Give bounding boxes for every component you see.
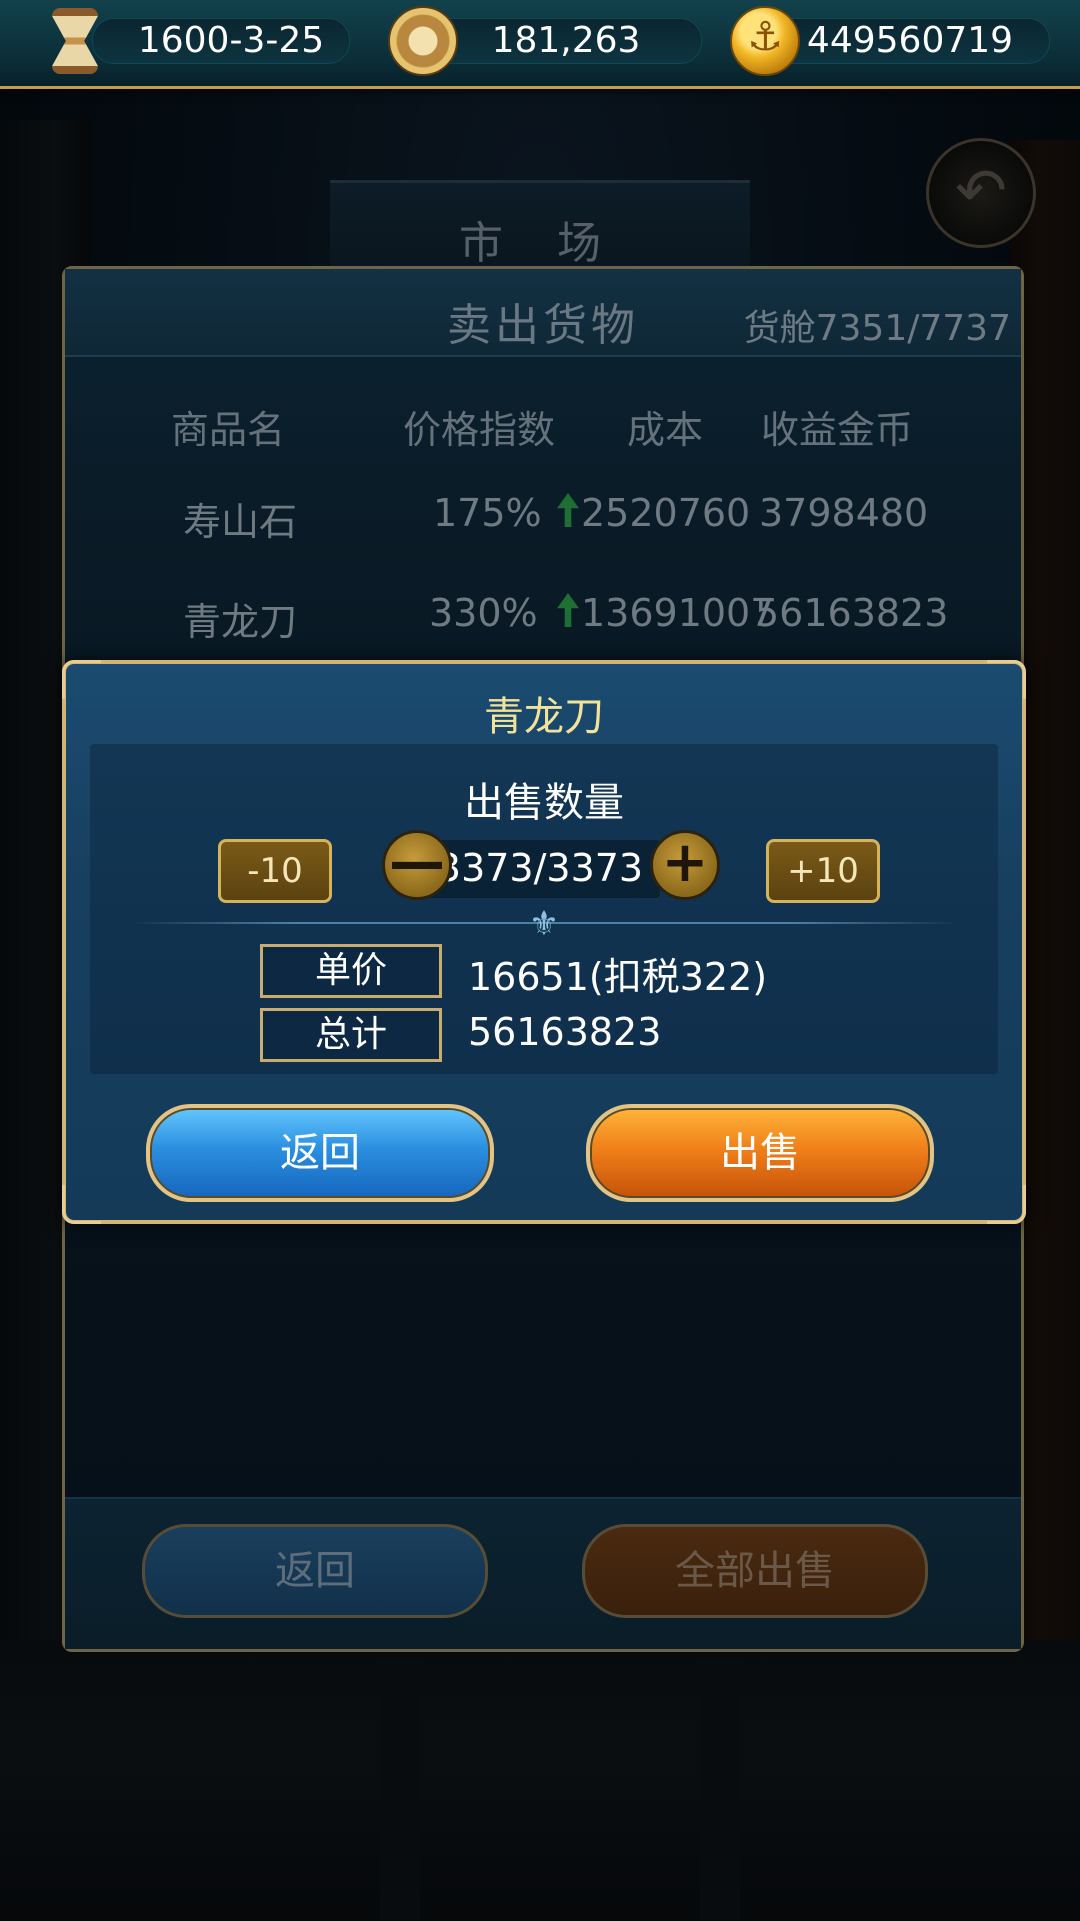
return-arrow-icon: ↶: [955, 154, 1007, 227]
row-price-index: 330%: [429, 591, 538, 635]
date-text: 1600-3-25: [137, 20, 325, 61]
sell-quantity-dialog: 青龙刀 出售数量 -10 3373/3373 — + +10 ⚜ 单价 1665…: [62, 660, 1026, 1224]
dialog-title: 青龙刀: [484, 694, 604, 740]
row-cost: 2520760: [581, 491, 751, 535]
fleur-ornament-icon: ⚜: [528, 904, 560, 944]
sell-panel-header: 卖出货物 货舱7351/7737: [65, 269, 1021, 357]
row-cost: 13691007: [581, 591, 775, 635]
row-price-index: 175%: [433, 491, 542, 535]
row-name: 寿山石: [183, 500, 298, 544]
column-header-price-index: 价格指数: [403, 408, 556, 452]
minus-button[interactable]: —: [382, 830, 452, 900]
quantity-label: 出售数量: [464, 780, 624, 826]
total-label: 总计: [260, 1008, 442, 1062]
anchor-coin-icon: [730, 6, 800, 76]
return-arrow-button[interactable]: ↶: [926, 138, 1036, 248]
quantity-field[interactable]: 3373/3373: [420, 840, 660, 898]
price-up-icon: [557, 593, 579, 627]
compass-value: 181,263: [491, 20, 641, 61]
dialog-content: 出售数量 -10 3373/3373 — + +10 ⚜ 单价 16651(扣税…: [90, 744, 998, 1074]
column-header-revenue: 收益金币: [761, 408, 914, 452]
column-header-name: 商品名: [171, 408, 286, 452]
minus-ten-button[interactable]: -10: [218, 839, 332, 903]
row-name: 青龙刀: [183, 600, 298, 644]
dialog-back-button[interactable]: 返回: [146, 1104, 494, 1202]
plus-ten-button[interactable]: +10: [766, 839, 880, 903]
dialog-sell-button[interactable]: 出售: [586, 1104, 934, 1202]
sell-all-button[interactable]: 全部出售: [582, 1524, 928, 1618]
resource-bar: 1600-3-25 181,263 449560719: [0, 0, 1080, 89]
unit-price-value: 16651(扣税322): [468, 955, 768, 999]
column-header-cost: 成本: [627, 408, 704, 452]
price-up-icon: [557, 493, 579, 527]
gold-counter: 449560719: [770, 18, 1050, 64]
compass-icon: [388, 6, 458, 76]
date-display: 1600-3-25: [92, 18, 350, 64]
unit-price-label: 单价: [260, 944, 442, 998]
row-revenue: 3798480: [759, 491, 929, 535]
corner-ornament: [987, 1185, 1026, 1224]
market-title: 市 场: [459, 218, 621, 269]
cargo-capacity: 货舱7351/7737: [743, 308, 1011, 349]
total-value: 56163823: [468, 1010, 662, 1054]
row-revenue: 56163823: [755, 591, 949, 635]
quantity-value: 3373/3373: [436, 846, 644, 890]
panel-back-button[interactable]: 返回: [142, 1524, 488, 1618]
plus-button[interactable]: +: [650, 830, 720, 900]
compass-counter: 181,263: [430, 18, 702, 64]
corner-ornament: [62, 1185, 101, 1224]
gold-value: 449560719: [806, 20, 1014, 61]
